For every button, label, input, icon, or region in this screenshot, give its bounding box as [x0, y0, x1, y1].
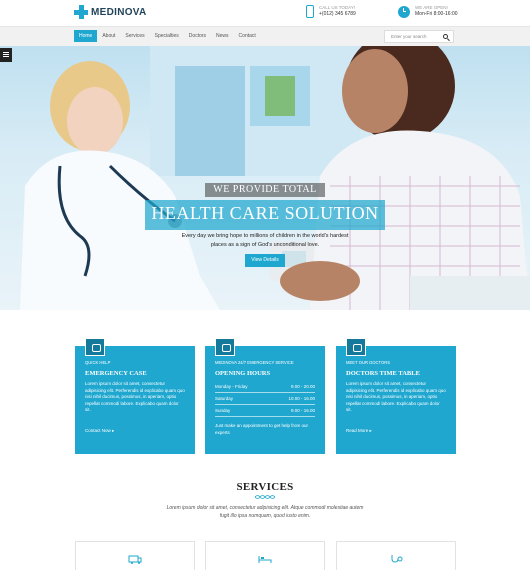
- hospital-bed-icon: [258, 556, 272, 563]
- card-text: Lorem ipsum dolor sit amet, consectetur …: [85, 381, 185, 412]
- search-icon[interactable]: [443, 34, 448, 39]
- hours-time: 9.00 - 20.00: [290, 384, 315, 389]
- service-card[interactable]: [336, 541, 456, 570]
- search-input[interactable]: Enter your search: [384, 30, 454, 43]
- main-nav: Home About Services Specialties Doctors …: [0, 26, 530, 46]
- doctors-timetable-card: MEET OUR DOCTORS DOCTORS TIME TABLE Lore…: [336, 338, 456, 454]
- services-description: Lorem ipsum dolor sit amet, consectetur …: [166, 505, 364, 519]
- open-hours: Mon-Fri 8:00-16:00: [415, 11, 458, 17]
- nav-specialties[interactable]: Specialties: [150, 30, 184, 42]
- card-text: Lorem ipsum dolor sit amet, consectetur …: [346, 381, 446, 412]
- hours-row: Monday - Friday 9.00 - 20.00: [215, 381, 315, 393]
- card-title: OPENING HOURS: [215, 370, 271, 377]
- open-info: WE ARE OPEN! Mon-Fri 8:00-16:00: [398, 5, 458, 18]
- card-kicker: MEDINOVA 24/7 EMERGENCY SERVICE: [215, 360, 294, 365]
- hours-time: 9.00 - 16.00: [290, 408, 315, 413]
- call-number: +(012) 345 6789: [319, 11, 356, 17]
- top-header: MEDINOVA CALL US TODAY! +(012) 345 6789 …: [0, 0, 530, 26]
- chevron-right-icon: ▸: [112, 428, 115, 433]
- logo[interactable]: MEDINOVA: [74, 5, 147, 19]
- link-label: Contact Now: [85, 428, 111, 433]
- chevron-right-icon: ▸: [369, 428, 372, 433]
- service-card[interactable]: [75, 541, 195, 570]
- hours-day: Saturday: [215, 396, 234, 401]
- search-placeholder: Enter your search: [391, 34, 427, 39]
- hero-banner: WE PROVIDE TOTAL HEALTH CARE SOLUTION Ev…: [0, 46, 530, 310]
- clock-icon: [398, 5, 410, 18]
- services-title: SERVICES: [236, 481, 294, 493]
- nav-doctors[interactable]: Doctors: [184, 30, 211, 42]
- hero-title-line1: WE PROVIDE TOTAL: [213, 184, 317, 195]
- view-details-button[interactable]: View Details: [245, 254, 285, 267]
- doctor-icon: [346, 338, 366, 356]
- hours-row: Saturday 10.00 - 16.00: [215, 393, 315, 405]
- heart-monitor-icon: [85, 338, 105, 356]
- opening-hours-card: MEDINOVA 24/7 EMERGENCY SERVICE OPENING …: [205, 338, 325, 454]
- nav-services[interactable]: Services: [120, 30, 149, 42]
- nav-contact[interactable]: Contact: [234, 30, 261, 42]
- hours-row: Sunday 9.00 - 16.00: [215, 405, 315, 417]
- call-info: CALL US TODAY! +(012) 345 6789: [306, 5, 356, 18]
- hero-subtitle: Every day we bring hope to millions of c…: [181, 233, 349, 248]
- dna-divider-icon: [255, 495, 275, 499]
- contact-now-link[interactable]: Contact Now ▸: [85, 428, 114, 434]
- link-label: Read More: [346, 428, 369, 433]
- read-more-link[interactable]: Read More ▸: [346, 428, 372, 434]
- nav-home[interactable]: Home: [74, 30, 98, 42]
- hours-day: Sunday: [215, 408, 231, 413]
- phone-icon: [306, 5, 314, 18]
- hours-time: 10.00 - 16.00: [288, 396, 315, 401]
- medical-cross-icon: [74, 5, 88, 19]
- nav-news[interactable]: News: [211, 30, 234, 42]
- hero-title-line2: HEALTH CARE SOLUTION: [151, 203, 379, 223]
- logo-text: MEDINOVA: [91, 6, 147, 18]
- menu-icon[interactable]: [0, 48, 12, 62]
- card-title: EMERGENCY CASE: [85, 370, 147, 377]
- nav-about[interactable]: About: [97, 30, 120, 42]
- card-kicker: MEET OUR DOCTORS: [346, 360, 391, 365]
- stethoscope-icon: [391, 555, 403, 563]
- emergency-card: QUICK HELP EMERGENCY CASE Lorem ipsum do…: [75, 338, 195, 454]
- hero-photo: [20, 46, 530, 310]
- card-title: DOCTORS TIME TABLE: [346, 370, 420, 377]
- hours-day: Monday - Friday: [215, 384, 248, 389]
- service-card[interactable]: [205, 541, 325, 570]
- card-kicker: QUICK HELP: [85, 360, 111, 365]
- clock-icon: [215, 338, 235, 356]
- card-footer-text: Just make an appointment to get help fro…: [215, 423, 309, 435]
- ambulance-icon: [128, 555, 142, 564]
